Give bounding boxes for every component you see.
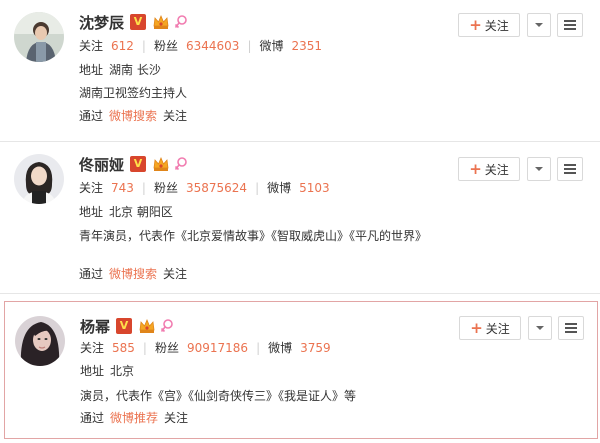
fans-count[interactable]: 6344603: [186, 39, 239, 53]
user-name[interactable]: 沈梦辰: [79, 12, 124, 33]
user-card-selected: 杨幂 V 关注 585 | 粉丝 90917186 | 微博 3759 地址 北京 演员，代表作…: [4, 301, 598, 439]
via-link[interactable]: 微博搜索: [109, 267, 157, 281]
crown-icon[interactable]: [138, 318, 156, 334]
via-row: 通过 微博搜索 关注: [79, 107, 187, 125]
weibo-count[interactable]: 3759: [300, 341, 331, 355]
follow-button[interactable]: + 关注: [458, 157, 520, 181]
weibo-label: 微博: [267, 181, 292, 195]
plus-icon: +: [470, 318, 483, 337]
user-card: 沈梦辰 V 关注 612 | 粉丝 6344603 | 微博 2351 地址 湖南 长沙 湖南卫…: [0, 0, 600, 142]
user-description: 演员，代表作《宫》《仙剑奇侠传三》《我是证人》等: [80, 389, 357, 403]
menu-icon: [564, 164, 576, 174]
address-label: 地址: [80, 364, 105, 378]
menu-icon: [564, 20, 576, 30]
via-suffix: 关注: [164, 411, 189, 425]
user-card: 佟丽娅 V 关注 743 | 粉丝 35875624 | 微博 5103 地址 北京 朝阳区 青…: [0, 142, 600, 294]
follow-label: 关注: [484, 18, 509, 33]
address-label: 地址: [79, 205, 104, 219]
crown-icon[interactable]: [152, 14, 170, 30]
address-row: 地址 北京 朝阳区: [79, 203, 173, 221]
address-value: 湖南 长沙: [109, 63, 161, 77]
dropdown-button[interactable]: [527, 157, 551, 181]
verified-v-icon[interactable]: V: [116, 318, 133, 334]
address-row: 地址 湖南 长沙: [79, 61, 161, 79]
female-icon: [160, 319, 173, 333]
name-row: 沈梦辰 V: [79, 12, 188, 32]
chevron-down-icon: [536, 326, 544, 330]
female-icon: [174, 15, 187, 29]
plus-icon: +: [469, 15, 482, 34]
stats-row: 关注 612 | 粉丝 6344603 | 微博 2351: [79, 37, 322, 55]
name-row: 佟丽娅 V: [79, 154, 188, 174]
follow-label: 关注: [484, 162, 509, 177]
via-prefix: 通过: [80, 411, 105, 425]
following-count[interactable]: 612: [111, 39, 134, 53]
following-label: 关注: [79, 181, 104, 195]
verified-v-icon[interactable]: V: [130, 14, 147, 30]
via-suffix: 关注: [163, 267, 188, 281]
chevron-down-icon: [535, 23, 543, 27]
address-value: 北京 朝阳区: [109, 205, 173, 219]
fans-label: 粉丝: [154, 341, 179, 355]
divider: |: [141, 181, 146, 195]
stats-row: 关注 585 | 粉丝 90917186 | 微博 3759: [80, 339, 331, 357]
name-row: 杨幂 V: [80, 316, 174, 336]
via-row: 通过 微博推荐 关注: [80, 409, 188, 427]
via-suffix: 关注: [163, 109, 188, 123]
menu-icon: [565, 323, 577, 333]
more-menu-button[interactable]: [558, 316, 584, 340]
fans-count[interactable]: 35875624: [186, 181, 247, 195]
avatar[interactable]: [14, 12, 64, 62]
dropdown-button[interactable]: [527, 13, 551, 37]
address-value: 北京: [110, 364, 135, 378]
via-link[interactable]: 微博搜索: [109, 109, 157, 123]
via-link[interactable]: 微博推荐: [110, 411, 158, 425]
weibo-label: 微博: [268, 341, 293, 355]
user-name[interactable]: 杨幂: [80, 316, 110, 337]
following-count[interactable]: 585: [112, 341, 135, 355]
fans-count[interactable]: 90917186: [187, 341, 248, 355]
address-row: 地址 北京: [80, 362, 134, 380]
via-prefix: 通过: [79, 109, 104, 123]
avatar[interactable]: [14, 154, 64, 204]
stats-row: 关注 743 | 粉丝 35875624 | 微博 5103: [79, 179, 330, 197]
follow-button[interactable]: + 关注: [458, 13, 520, 37]
divider: |: [141, 39, 146, 53]
via-row: 通过 微博搜索 关注: [79, 265, 187, 283]
more-menu-button[interactable]: [557, 157, 583, 181]
following-count[interactable]: 743: [111, 181, 134, 195]
divider: |: [255, 181, 260, 195]
follow-label: 关注: [485, 321, 510, 336]
female-icon: [174, 157, 187, 171]
user-description: 湖南卫视签约主持人: [79, 86, 188, 100]
fans-label: 粉丝: [153, 39, 178, 53]
divider: |: [142, 341, 147, 355]
avatar[interactable]: [15, 316, 65, 366]
weibo-label: 微博: [259, 39, 284, 53]
crown-icon[interactable]: [152, 156, 170, 172]
dropdown-button[interactable]: [528, 316, 552, 340]
verified-v-icon[interactable]: V: [130, 156, 147, 172]
address-label: 地址: [79, 63, 104, 77]
divider: |: [256, 341, 261, 355]
following-label: 关注: [80, 341, 105, 355]
follow-button[interactable]: + 关注: [459, 316, 521, 340]
divider: |: [247, 39, 252, 53]
via-prefix: 通过: [79, 267, 104, 281]
weibo-count[interactable]: 2351: [292, 39, 323, 53]
user-name[interactable]: 佟丽娅: [79, 154, 124, 175]
chevron-down-icon: [535, 167, 543, 171]
following-label: 关注: [79, 39, 104, 53]
more-menu-button[interactable]: [557, 13, 583, 37]
plus-icon: +: [469, 159, 482, 178]
weibo-count[interactable]: 5103: [299, 181, 330, 195]
fans-label: 粉丝: [153, 181, 178, 195]
user-description: 青年演员，代表作《北京爱情故事》《智取威虎山》《平凡的世界》: [79, 229, 428, 243]
